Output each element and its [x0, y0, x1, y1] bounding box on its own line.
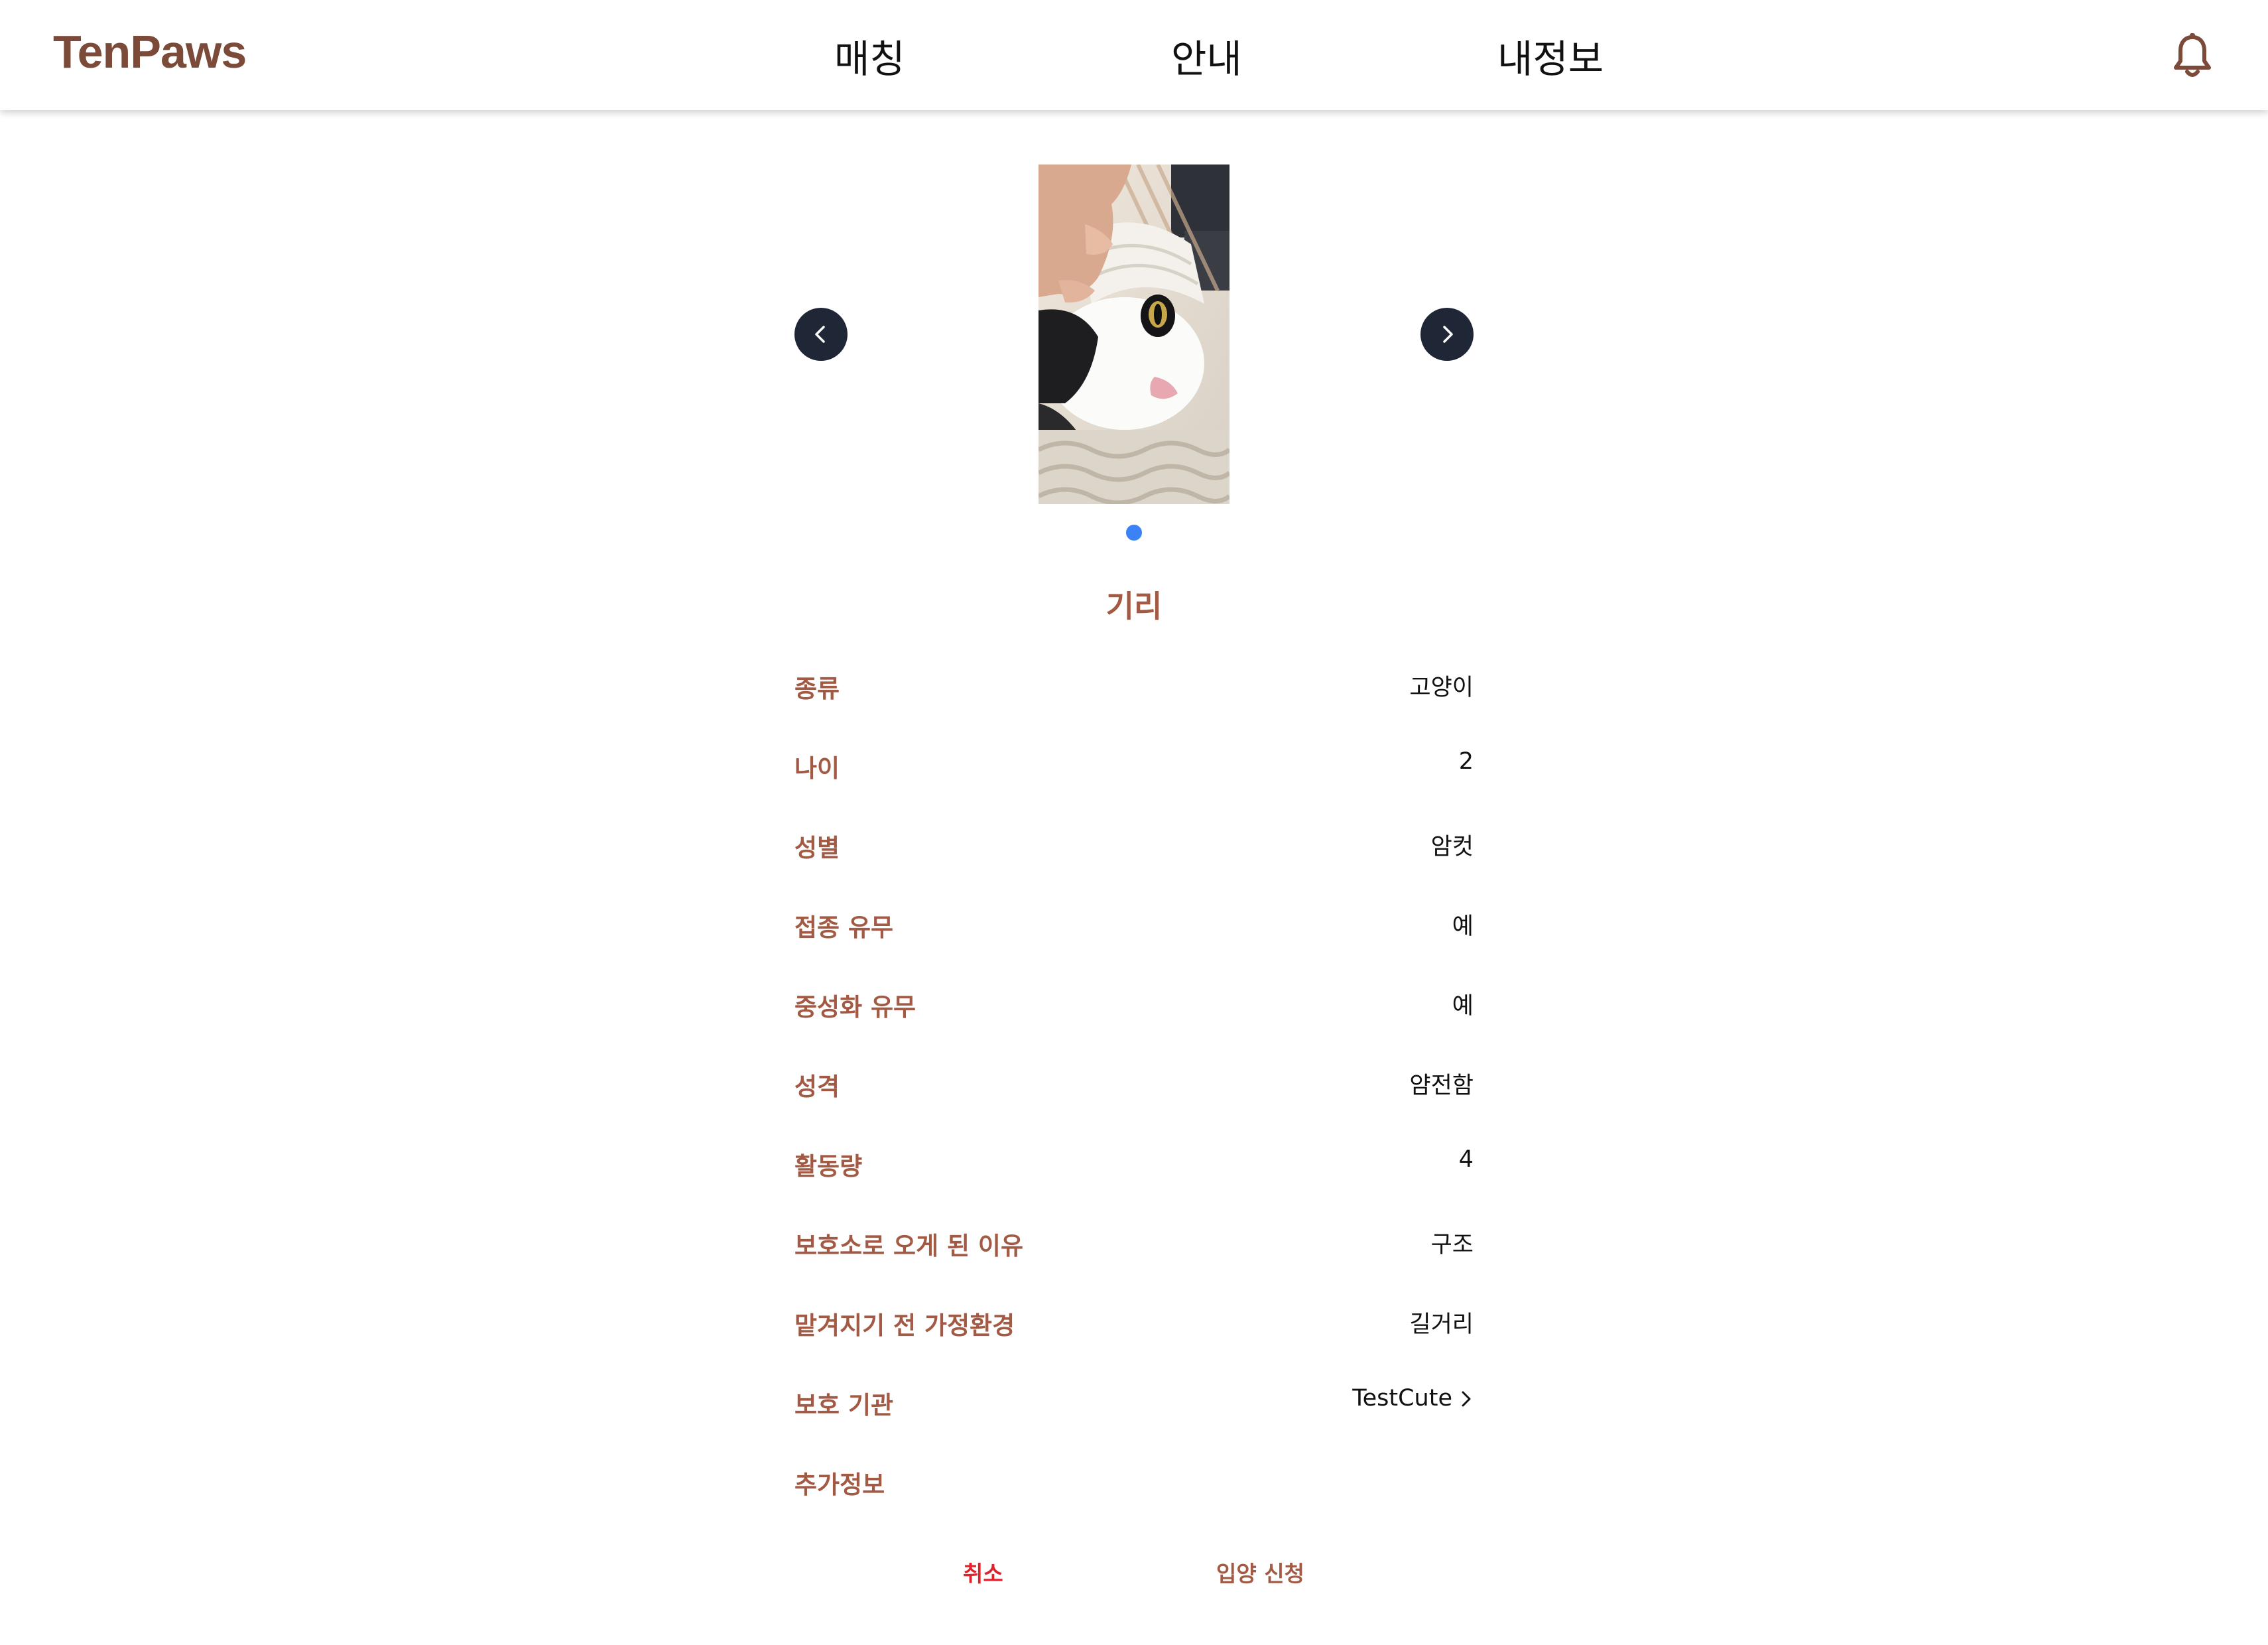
info-row-species: 종류 고양이 — [794, 661, 1474, 740]
carousel-next-button[interactable] — [1420, 308, 1474, 361]
info-label: 맡겨지기 전 가정환경 — [794, 1311, 1015, 1340]
pet-name: 기리 — [1105, 588, 1163, 624]
info-row-age: 나이 2 — [794, 740, 1474, 820]
adoption-apply-button[interactable]: 입양 신청 — [1216, 1556, 1304, 1588]
chevron-right-icon — [1443, 326, 1453, 343]
info-value: 2 — [1458, 748, 1474, 775]
info-row-gender: 성별 암컷 — [794, 820, 1474, 899]
info-value: 예 — [1452, 993, 1474, 1020]
info-label: 종류 — [794, 675, 840, 703]
info-label: 보호소로 오게 된 이유 — [794, 1232, 1024, 1260]
info-value: 고양이 — [1409, 675, 1474, 701]
carousel-indicator-dot[interactable] — [1126, 525, 1142, 541]
info-row-neutered: 중성화 유무 예 — [794, 979, 1474, 1059]
nav-item-my-info[interactable]: 내정보 — [1497, 28, 1604, 84]
info-label: 중성화 유무 — [794, 993, 916, 1021]
chevron-left-icon — [815, 326, 825, 343]
info-label: 활동량 — [794, 1152, 863, 1181]
top-nav-bar: TenPaws 매칭 안내 내정보 — [0, 0, 2268, 110]
info-label: 성별 — [794, 834, 840, 862]
info-value: 예 — [1452, 913, 1474, 940]
info-row-previous-home: 맡겨지기 전 가정환경 길거리 — [794, 1297, 1474, 1377]
shelter-link[interactable]: TestCute — [1352, 1385, 1474, 1412]
info-value: 4 — [1458, 1146, 1474, 1173]
info-row-shelter-reason: 보호소로 오게 된 이유 구조 — [794, 1218, 1474, 1297]
info-row-personality: 성격 얌전함 — [794, 1059, 1474, 1138]
bell-icon[interactable] — [2173, 33, 2212, 78]
info-row-activity: 활동량 4 — [794, 1138, 1474, 1218]
carousel-prev-button[interactable] — [794, 308, 848, 361]
chevron-right-icon — [1462, 1391, 1471, 1407]
info-row-shelter[interactable]: 보호 기관 TestCute — [794, 1377, 1474, 1457]
shelter-name[interactable]: TestCute — [1352, 1385, 1452, 1412]
logo[interactable]: TenPaws — [53, 25, 247, 78]
info-row-additional-info: 추가정보 — [794, 1457, 1474, 1536]
pet-info-list: 종류 고양이 나이 2 성별 암컷 접종 유무 예 중성화 유무 예 성격 얌전… — [794, 661, 1474, 1536]
nav-item-matching[interactable]: 매칭 — [834, 28, 905, 84]
cancel-button[interactable]: 취소 — [963, 1556, 1003, 1588]
info-value: 구조 — [1430, 1232, 1474, 1258]
info-value: 얌전함 — [1409, 1073, 1474, 1099]
nav-item-guide[interactable]: 안내 — [1171, 28, 1242, 84]
info-label: 접종 유무 — [794, 913, 894, 942]
info-value: 암컷 — [1430, 834, 1474, 860]
pet-photo-carousel — [794, 164, 1474, 549]
info-label: 성격 — [794, 1073, 840, 1101]
info-row-vaccinated: 접종 유무 예 — [794, 899, 1474, 979]
info-value: 길거리 — [1409, 1311, 1474, 1338]
pet-photo[interactable] — [1039, 164, 1229, 504]
info-label: 나이 — [794, 754, 840, 783]
info-label: 보호 기관 — [794, 1391, 894, 1419]
info-label: 추가정보 — [794, 1471, 885, 1499]
